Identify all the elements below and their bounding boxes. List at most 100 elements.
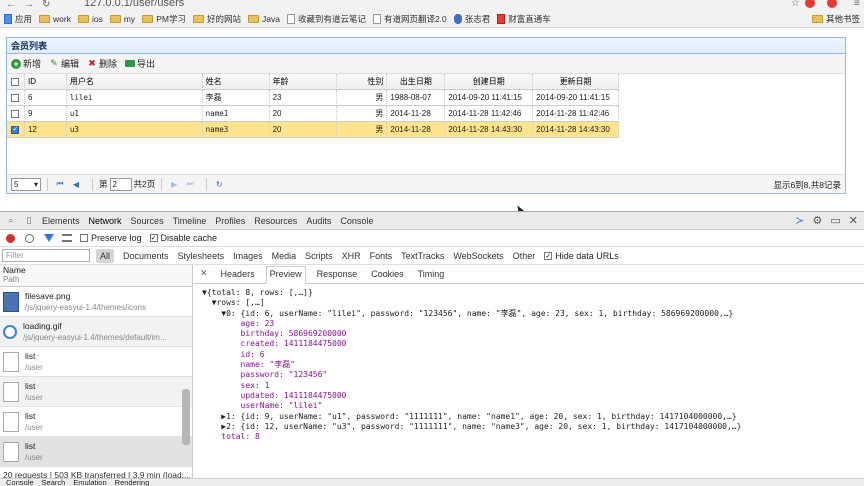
filter-icon[interactable] [44, 234, 54, 242]
table-row[interactable]: 6 lilei 李磊 23 男 1988-08-07 2014-09-20 11… [7, 89, 619, 106]
hide-data-urls-checkbox[interactable]: ✓ [544, 251, 553, 260]
col-header-created[interactable]: 创建日期 [445, 73, 534, 90]
page-number-input[interactable]: 2 [109, 177, 132, 191]
row-select-cell[interactable] [7, 89, 25, 106]
filter-type-texttracks[interactable]: TextTracks [401, 251, 444, 261]
json-line[interactable]: ▼0: {id: 6, userName: "lilei", password:… [202, 309, 856, 319]
device-icon[interactable]: ▯ [24, 215, 34, 226]
export-button[interactable]: 导出 [125, 57, 155, 70]
bookmark-youdao-note[interactable]: 收藏到有道云笔记 [286, 13, 366, 25]
tab-headers[interactable]: Headers [218, 269, 258, 283]
bookmark-ios[interactable]: ios [77, 14, 103, 24]
filter-type-all[interactable]: All [96, 248, 115, 263]
tab-network[interactable]: Network [89, 216, 122, 226]
tab-profiles[interactable]: Profiles [215, 216, 245, 226]
bookmark-my[interactable]: my [109, 14, 135, 24]
filter-type-scripts[interactable]: Scripts [305, 251, 333, 261]
json-line[interactable]: ▼rows: [,…] [202, 298, 856, 308]
disable-cache-checkbox[interactable]: ✓ [149, 234, 158, 242]
select-all-cell[interactable] [7, 73, 25, 90]
request-row[interactable]: loading.gif/js/jquery-easyui-1.4/themes/… [0, 317, 192, 347]
request-row[interactable]: list/user [0, 347, 192, 377]
extension-icon[interactable] [805, 0, 815, 8]
filter-type-websockets[interactable]: WebSockets [453, 251, 503, 261]
back-icon[interactable]: ← [6, 0, 18, 10]
request-list-scrollbar[interactable] [182, 389, 190, 445]
tab-console[interactable]: Console [340, 216, 373, 226]
tab-preview[interactable]: Preview [265, 266, 306, 284]
row-checkbox[interactable] [11, 109, 20, 118]
tab-elements[interactable]: Elements [42, 216, 80, 226]
tab-timeline[interactable]: Timeline [173, 216, 207, 226]
json-line[interactable]: ▼{total: 8, rows: [,…]} [202, 288, 856, 298]
bookmark-other[interactable]: 其他书签 [811, 13, 860, 25]
filter-type-other[interactable]: Other [513, 251, 536, 261]
row-checkbox[interactable] [11, 93, 20, 102]
gear-icon[interactable]: ⚙ [813, 214, 823, 227]
request-row[interactable]: filesave.png/js/jquery-easyui-1.4/themes… [0, 287, 192, 317]
view-list-icon[interactable] [62, 234, 72, 242]
extension-icon[interactable] [827, 0, 837, 8]
page-size-select[interactable]: 5 ▾ [11, 177, 41, 191]
drawer-tab-search[interactable]: Search [42, 479, 66, 486]
tab-cookies[interactable]: Cookies [368, 269, 407, 283]
table-row-selected[interactable]: ✓ 12 u3 name3 20 男 2014-11-28 2014-11-28… [7, 121, 619, 138]
table-row[interactable]: 9 u1 name1 20 男 2014-11-28 2014-11-28 11… [7, 105, 619, 122]
drawer-tab-emulation[interactable]: Emulation [73, 479, 106, 486]
console-drawer-icon[interactable]: ≻ [795, 214, 804, 227]
request-row-selected[interactable]: list/user [0, 437, 192, 467]
add-button[interactable]: + 新增 [11, 57, 41, 70]
col-header-username[interactable]: 用户名 [67, 73, 203, 90]
bookmark-java[interactable]: Java [247, 14, 280, 24]
filter-type-fonts[interactable]: Fonts [370, 251, 393, 261]
col-header-name[interactable]: 姓名 [203, 73, 270, 90]
col-header-birthday[interactable]: 出生日期 [387, 73, 446, 90]
row-select-cell[interactable] [7, 105, 25, 122]
tab-sources[interactable]: Sources [131, 216, 164, 226]
star-icon[interactable]: ☆ [791, 0, 803, 9]
col-header-updated[interactable]: 更新日期 [533, 73, 619, 90]
col-header-sex[interactable]: 性别 [337, 73, 388, 90]
close-icon[interactable]: ✕ [200, 268, 208, 283]
edit-button[interactable]: ✎ 编辑 [49, 57, 79, 70]
json-line[interactable]: ▶1: {id: 9, userName: "u1", password: "1… [202, 412, 856, 422]
filter-type-media[interactable]: Media [272, 251, 297, 261]
reload-icon[interactable]: ↻ [42, 0, 54, 10]
address-bar[interactable]: 127.0.0.1/user/users [84, 0, 184, 9]
bookmark-wealth[interactable]: 财富直通车 [497, 13, 551, 25]
preserve-log-checkbox[interactable] [80, 234, 88, 242]
dock-icon[interactable]: ▭ [830, 214, 840, 227]
tab-resources[interactable]: Resources [254, 216, 297, 226]
select-all-checkbox[interactable] [11, 77, 20, 86]
row-checkbox-checked[interactable]: ✓ [11, 125, 20, 134]
drawer-tab-rendering[interactable]: Rendering [115, 479, 150, 486]
row-select-cell[interactable]: ✓ [7, 121, 25, 138]
prev-page-icon[interactable]: ◀ [70, 180, 82, 189]
bookmark-work[interactable]: work [39, 14, 71, 24]
inspect-icon[interactable]: ⌕ [6, 215, 16, 226]
last-page-icon[interactable]: ⏭ [184, 179, 196, 189]
bookmark-apps[interactable]: 应用 [4, 13, 32, 25]
request-row[interactable]: list/user [0, 377, 192, 407]
delete-button[interactable]: ✖ 删除 [87, 57, 117, 70]
request-list-header[interactable]: Name Path [0, 265, 192, 287]
menu-icon[interactable]: ≡ [854, 0, 864, 9]
forward-icon[interactable]: → [24, 0, 36, 10]
filter-input[interactable]: Filter [2, 249, 90, 262]
filter-type-xhr[interactable]: XHR [342, 251, 361, 261]
tab-response[interactable]: Response [314, 269, 361, 283]
clear-icon[interactable] [25, 233, 34, 243]
json-line[interactable]: ▶2: {id: 12, userName: "u3", password: "… [202, 422, 856, 432]
tab-audits[interactable]: Audits [306, 216, 331, 226]
next-page-icon[interactable]: ▶ [168, 180, 180, 189]
filter-type-images[interactable]: Images [233, 251, 263, 261]
col-header-id[interactable]: ID [25, 73, 67, 90]
bookmark-good-sites[interactable]: 好的网站 [192, 13, 241, 25]
first-page-icon[interactable]: ⏮ [54, 179, 66, 189]
close-icon[interactable]: ✕ [849, 214, 858, 227]
bookmark-pm[interactable]: PM学习 [142, 13, 186, 25]
filter-type-documents[interactable]: Documents [123, 251, 169, 261]
bookmark-zhang[interactable]: 张志君 [453, 13, 490, 25]
bookmark-youdao-translate[interactable]: 有道网页翻译2.0 [372, 13, 447, 25]
drawer-tab-console[interactable]: Console [6, 479, 34, 486]
